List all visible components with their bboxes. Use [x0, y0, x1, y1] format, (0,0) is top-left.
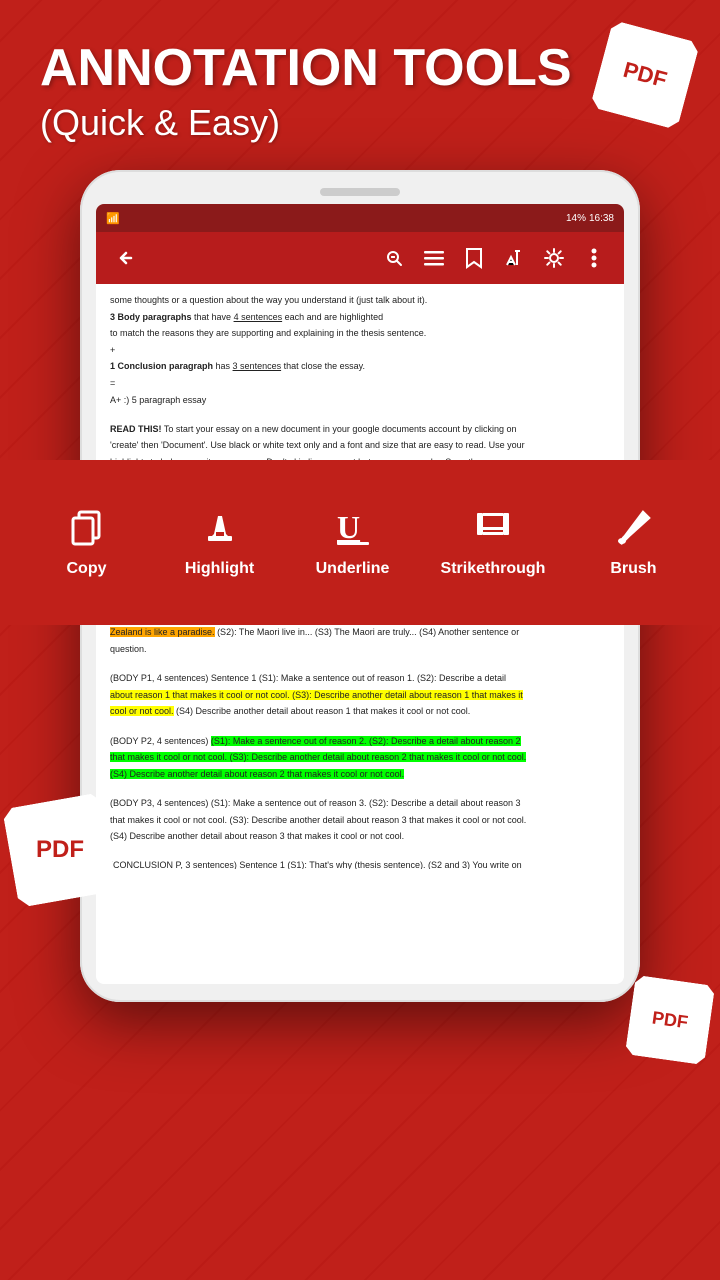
pdf-line: (S4) Describe another detail about reaso…: [110, 830, 610, 843]
pdf-line: that makes it cool or not cool. (S3): De…: [110, 751, 610, 764]
outer-annotation-band: Copy Highlight U Underline: [0, 460, 720, 625]
pdf-line: (CONCLUSION P, 3 sentences) Sentence 1 (…: [110, 859, 610, 869]
brush-label: Brush: [610, 560, 656, 578]
tool-copy[interactable]: Copy: [42, 508, 132, 578]
search-button[interactable]: [376, 240, 412, 276]
pdf-line: (S4) Describe another detail about reaso…: [110, 768, 610, 781]
underline-label: Underline: [316, 560, 390, 578]
status-icons: 📶: [106, 212, 120, 225]
strikethrough-icon: [473, 508, 513, 554]
pdf-line: (BODY P2, 4 sentences) (S1): Make a sent…: [110, 735, 610, 748]
app-toolbar: [96, 232, 624, 284]
pdf-line: cool or not cool. (S4) Describe another …: [110, 705, 610, 718]
pdf-line: to match the reasons they are supporting…: [110, 327, 610, 340]
tool-strikethrough[interactable]: Strikethrough: [441, 508, 546, 578]
pdf-line: (BODY P1, 4 sentences) Sentence 1 (S1): …: [110, 672, 610, 685]
svg-text:U: U: [337, 509, 360, 545]
main-title: ANNOTATION TOOLS: [40, 40, 680, 97]
pdf-line: 1 Conclusion paragraph has 3 sentences t…: [110, 360, 610, 373]
pdf-badge-bottom-left: PDF: [2, 792, 118, 908]
pdf-line: about reason 1 that makes it cool or not…: [110, 689, 610, 702]
phone-speaker: [320, 188, 400, 196]
highlight-icon: [200, 508, 240, 554]
menu-button[interactable]: [416, 240, 452, 276]
format-button[interactable]: [496, 240, 532, 276]
pdf-line: Zealand is like a paradise. (S2): The Ma…: [110, 626, 610, 639]
status-bar: 📶 14% 16:38: [96, 204, 624, 232]
pdf-line: 'create' then 'Document'. Use black or w…: [110, 439, 610, 452]
time-display: 16:38: [589, 213, 614, 224]
outer-tools-row: Copy Highlight U Underline: [0, 498, 720, 588]
pdf-line: (BODY P3, 4 sentences) (S1): Make a sent…: [110, 797, 610, 810]
copy-icon: [67, 508, 107, 554]
pdf-line: question.: [110, 643, 610, 656]
back-button[interactable]: [108, 240, 144, 276]
more-button[interactable]: [576, 240, 612, 276]
pdf-line: +: [110, 344, 610, 357]
toolbar-icons-right: [376, 240, 612, 276]
tool-underline[interactable]: U Underline: [308, 508, 398, 578]
settings-button[interactable]: [536, 240, 572, 276]
brush-icon: [613, 508, 653, 554]
pdf-line: A+ :) 5 paragraph essay: [110, 394, 610, 407]
bookmark-button[interactable]: [456, 240, 492, 276]
sub-title: (Quick & Easy): [40, 102, 680, 144]
underline-icon: U: [333, 508, 373, 554]
pdf-line: some thoughts or a question about the wa…: [110, 294, 610, 307]
phone-notch-area: [96, 188, 624, 196]
tool-brush[interactable]: Brush: [588, 508, 678, 578]
pdf-line: =: [110, 377, 610, 390]
pdf-line: that makes it cool or not cool. (S3): De…: [110, 814, 610, 827]
status-right: 14% 16:38: [566, 213, 614, 224]
strikethrough-label: Strikethrough: [441, 560, 546, 578]
pdf-line: 3 Body paragraphs that have 4 sentences …: [110, 311, 610, 324]
copy-label: Copy: [67, 560, 107, 578]
pdf-badge-bottom-right: PDF: [625, 975, 715, 1065]
status-left: 📶: [106, 212, 120, 225]
highlight-label: Highlight: [185, 560, 254, 578]
tool-highlight[interactable]: Highlight: [175, 508, 265, 578]
battery-percent: 14%: [566, 213, 586, 224]
pdf-line: READ THIS! To start your essay on a new …: [110, 423, 610, 436]
